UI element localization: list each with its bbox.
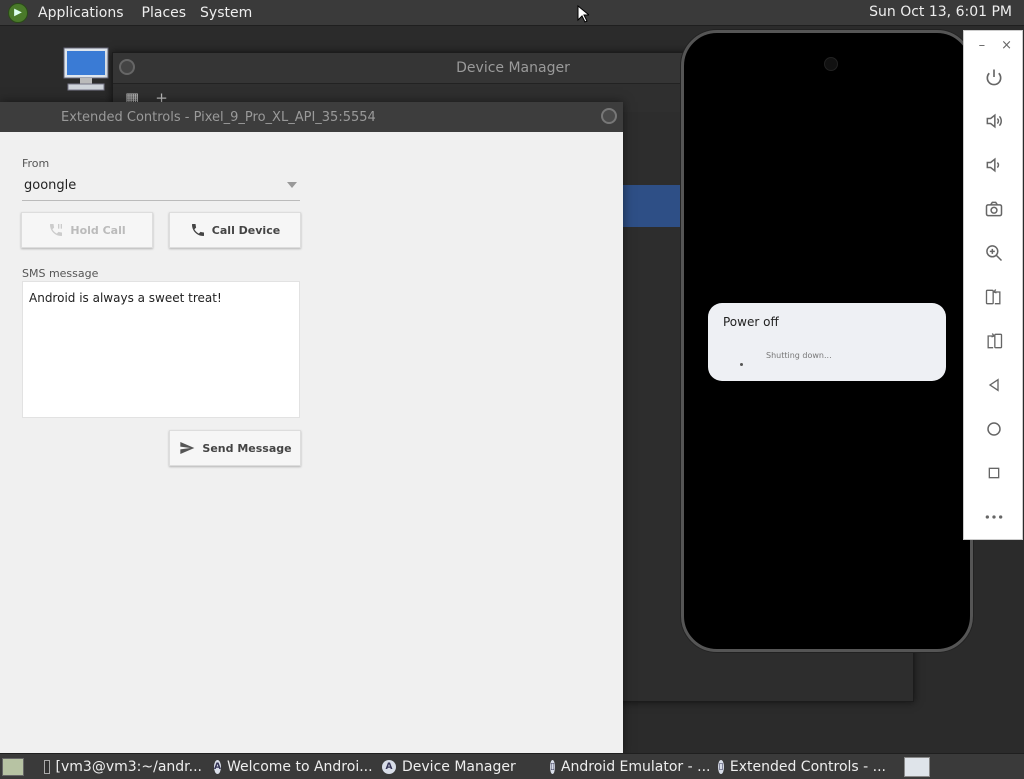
taskbar-item-device-manager[interactable]: A Device Manager	[376, 756, 544, 778]
taskbar-item-label: Android Emulator - ...	[560, 758, 711, 775]
from-label: From	[22, 157, 50, 170]
computer-desktop-icon[interactable]	[60, 44, 112, 96]
rotate-left-icon[interactable]	[982, 285, 1006, 309]
places-menu[interactable]: Places	[142, 5, 187, 21]
send-message-button[interactable]: Send Message	[169, 430, 301, 466]
taskbar-item-welcome-android-studio[interactable]: A Welcome to Androi...	[208, 756, 376, 778]
top-panel: ▶ Applications Places System Sun Oct 13,…	[0, 0, 1024, 26]
power-off-dialog: Power off Shutting down...	[708, 303, 946, 381]
hold-call-label: Hold Call	[70, 223, 126, 237]
taskbar-item-label: [vm3@vm3:~/andr...	[55, 758, 202, 775]
home-icon[interactable]	[982, 417, 1006, 441]
sms-message-textarea[interactable]: Android is always a sweet treat!	[22, 281, 300, 418]
send-icon	[180, 442, 195, 454]
progress-spinner-icon	[740, 363, 743, 366]
taskbar-item-extended-controls[interactable]: ▯ Extended Controls - ...	[712, 756, 892, 778]
power-off-title: Power off	[723, 315, 779, 329]
show-desktop-icon[interactable]	[2, 757, 24, 776]
taskbar-item-label: Extended Controls - ...	[729, 758, 886, 775]
terminal-icon	[44, 759, 50, 774]
emulator-window-controls: – ×	[964, 31, 1022, 59]
clock[interactable]: Sun Oct 13, 6:01 PM	[869, 4, 1012, 20]
android-studio-icon: A	[214, 759, 221, 774]
distro-logo-icon[interactable]: ▶	[8, 2, 28, 23]
window-menu-icon[interactable]	[119, 59, 135, 75]
taskbar-item-android-emulator[interactable]: ▯ Android Emulator - ...	[544, 756, 712, 778]
more-icon[interactable]	[982, 505, 1006, 529]
volume-up-icon[interactable]	[982, 109, 1006, 133]
extended-controls-window: Extended Controls - Pixel_9_Pro_XL_API_3…	[0, 102, 623, 754]
from-underline	[22, 200, 300, 201]
zoom-in-icon[interactable]	[982, 241, 1006, 265]
camera-icon[interactable]	[982, 197, 1006, 221]
emulator-toolbar: – ×	[963, 30, 1023, 540]
taskbar-item-label: Welcome to Androi...	[226, 758, 373, 775]
sms-label: SMS message	[22, 267, 99, 280]
front-camera-icon	[824, 57, 838, 71]
mouse-cursor-icon	[577, 5, 589, 23]
close-button[interactable]: ×	[1001, 38, 1012, 53]
hold-call-button[interactable]: Hold Call	[21, 212, 153, 248]
emulator-icon: ▯	[718, 759, 724, 774]
android-studio-icon: A	[382, 759, 396, 774]
overview-icon[interactable]	[982, 461, 1006, 485]
dropdown-arrow-icon[interactable]	[287, 182, 297, 188]
phone-pause-icon	[50, 224, 63, 236]
taskbar-item-terminal[interactable]: [vm3@vm3:~/andr...	[38, 756, 208, 778]
call-device-button[interactable]: Call Device	[169, 212, 301, 248]
send-message-label: Send Message	[202, 441, 292, 455]
emulator-phone-screen[interactable]: Power off Shutting down...	[681, 30, 973, 652]
phone-icon	[191, 224, 204, 236]
extended-controls-title: Extended Controls - Pixel_9_Pro_XL_API_3…	[61, 109, 376, 125]
device-manager-title: Device Manager	[456, 60, 570, 76]
rotate-right-icon[interactable]	[982, 329, 1006, 353]
system-menu[interactable]: System	[200, 5, 252, 21]
call-device-label: Call Device	[211, 223, 281, 237]
volume-down-icon[interactable]	[982, 153, 1006, 177]
back-icon[interactable]	[982, 373, 1006, 397]
bottom-taskbar: [vm3@vm3:~/andr... A Welcome to Androi..…	[0, 753, 1024, 779]
workspace-switcher-icon[interactable]	[904, 756, 930, 777]
emulator-icon: ▯	[550, 759, 555, 774]
from-select[interactable]: goongle	[24, 178, 76, 193]
minimize-button[interactable]: –	[979, 38, 986, 53]
power-icon[interactable]	[982, 65, 1006, 89]
extended-controls-titlebar[interactable]: Extended Controls - Pixel_9_Pro_XL_API_3…	[0, 102, 623, 132]
applications-menu[interactable]: Applications	[38, 5, 124, 21]
shutting-down-status: Shutting down...	[766, 351, 832, 360]
close-icon[interactable]	[601, 108, 617, 124]
taskbar-item-label: Device Manager	[402, 758, 516, 775]
